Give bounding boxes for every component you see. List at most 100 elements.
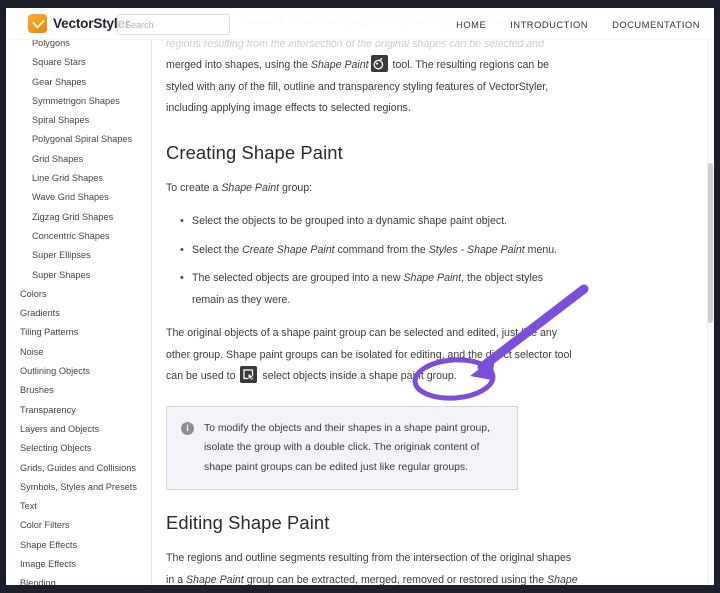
- creating-lead-emphasis: Shape Paint: [221, 182, 279, 194]
- sidebar-item-image-effects[interactable]: Image Effects: [6, 555, 152, 574]
- creating-lead-b: group:: [279, 182, 312, 194]
- bullet-3-text-a: The selected objects are grouped into a …: [192, 272, 403, 284]
- scrollbar-thumb[interactable]: [708, 163, 713, 323]
- browser-chrome-top-edge: [0, 0, 720, 8]
- bullet-2-emphasis-create-shape-paint: Create Shape Paint: [242, 244, 334, 256]
- sidebar-item-gear-shapes[interactable]: Gear Shapes: [6, 73, 152, 92]
- browser-chrome-bottom-edge: [0, 585, 720, 593]
- sidebar-item-label: Image Effects: [20, 559, 76, 569]
- site-header: VectorStyler HOME INTRODUCTION DOCUMENTATI…: [6, 8, 714, 40]
- bullet-1-text: Select the objects to be grouped into a …: [192, 215, 507, 227]
- sidebar-item-text[interactable]: Text: [6, 497, 152, 516]
- sidebar-item-label: Colors: [20, 289, 47, 299]
- sidebar-item-label: Transparency: [20, 405, 76, 415]
- original-objects-paragraph: The original objects of a shape paint gr…: [166, 323, 578, 388]
- page-scrollbar[interactable]: [707, 8, 714, 585]
- nav-link-documentation[interactable]: DOCUMENTATION: [612, 19, 700, 30]
- sidebar-item-label: Grid Shapes: [32, 154, 83, 164]
- bullet-2-text-c: menu.: [525, 244, 557, 256]
- sidebar-item-color-filters[interactable]: Color Filters: [6, 516, 152, 535]
- main-content: styled regions. These are also known as …: [152, 8, 714, 585]
- sidebar-item-label: Selecting Objects: [20, 443, 92, 453]
- document-body: styled regions. These are also known as …: [166, 8, 578, 585]
- search-box[interactable]: [117, 14, 230, 35]
- sidebar-item-label: Layers and Objects: [20, 424, 99, 434]
- browser-window: PolygonsSquare StarsGear ShapesSymmetrig…: [0, 0, 720, 593]
- sidebar-item-label: Line Grid Shapes: [32, 173, 103, 183]
- heading-editing-shape-paint: Editing Shape Paint: [166, 512, 578, 534]
- sidebar-item-selecting-objects[interactable]: Selecting Objects: [6, 439, 152, 458]
- sidebar-item-label: Wave Grid Shapes: [32, 192, 109, 202]
- sidebar-item-label: Spiral Shapes: [32, 115, 89, 125]
- sidebar-item-label: Blending: [20, 578, 56, 585]
- sidebar-item-polygonal-spiral-shapes[interactable]: Polygonal Spiral Shapes: [6, 130, 152, 149]
- shape-paint-tool-icon[interactable]: [371, 55, 388, 72]
- sidebar-item-label: Gradients: [20, 308, 60, 318]
- sidebar-item-label: Zigzag Grid Shapes: [32, 212, 113, 222]
- sidebar-item-wave-grid-shapes[interactable]: Wave Grid Shapes: [6, 188, 152, 207]
- sidebar-item-super-ellipses[interactable]: Super Ellipses: [6, 246, 152, 265]
- creating-steps-list: Select the objects to be grouped into a …: [166, 211, 578, 311]
- bullet-3-emphasis: Shape Paint: [403, 272, 461, 284]
- nav-link-introduction[interactable]: INTRODUCTION: [510, 19, 588, 30]
- sidebar-item-colors[interactable]: Colors: [6, 285, 152, 304]
- sidebar-item-label: Gear Shapes: [32, 77, 86, 87]
- top-navigation: HOME INTRODUCTION DOCUMENTATION: [456, 8, 700, 40]
- sidebar-item-label: Text: [20, 501, 37, 511]
- bullet-2-text-a: Select the: [192, 244, 242, 256]
- sidebar-item-square-stars[interactable]: Square Stars: [6, 53, 152, 72]
- brand-logo-link[interactable]: VectorStyler: [28, 14, 130, 33]
- sidebar-item-noise[interactable]: Noise: [6, 343, 152, 362]
- sidebar-item-brushes[interactable]: Brushes: [6, 381, 152, 400]
- intro-emphasis-shape-paint: Shape Paint: [311, 59, 369, 71]
- sidebar-item-label: Grids, Guides and Collisions: [20, 463, 136, 473]
- nav-link-home[interactable]: HOME: [456, 19, 486, 30]
- sidebar-item-label: Super Ellipses: [32, 250, 91, 260]
- sidebar-item-symmetrigon-shapes[interactable]: Symmetrigon Shapes: [6, 92, 152, 111]
- intro-text-a: merged into shapes, using the: [166, 59, 311, 71]
- list-item: Select the Create Shape Paint command fr…: [192, 240, 578, 262]
- vectorstyler-logo-icon: [28, 14, 47, 33]
- direct-selector-tool-icon[interactable]: [240, 366, 257, 383]
- sidebar-item-label: Brushes: [20, 385, 54, 395]
- callout-text: To modify the objects and their shapes i…: [204, 419, 503, 478]
- sidebar-item-shape-effects[interactable]: Shape Effects: [6, 536, 152, 555]
- sidebar-item-layers-and-objects[interactable]: Layers and Objects: [6, 420, 152, 439]
- sidebar-item-label: Concentric Shapes: [32, 231, 110, 241]
- sidebar-item-label: Outlining Objects: [20, 366, 90, 376]
- sidebar-item-outlining-objects[interactable]: Outlining Objects: [6, 362, 152, 381]
- editing-emphasis-1: Shape Paint: [186, 574, 244, 586]
- sidebar-item-label: Tiling Patterns: [20, 327, 78, 337]
- editing-paragraph: The regions and outline segments resulti…: [166, 548, 578, 585]
- sidebar-item-blending[interactable]: Blending: [6, 574, 152, 585]
- sidebar-item-symbols-styles-and-presets[interactable]: Symbols, Styles and Presets: [6, 478, 152, 497]
- sidebar-item-label: Symbols, Styles and Presets: [20, 482, 137, 492]
- search-input[interactable]: [118, 16, 229, 35]
- sidebar-item-list: PolygonsSquare StarsGear ShapesSymmetrig…: [6, 34, 152, 585]
- info-icon: i: [181, 422, 194, 435]
- bullet-2-emphasis-styles-menu: Styles - Shape Paint: [429, 244, 525, 256]
- info-callout-box: i To modify the objects and their shapes…: [166, 406, 518, 491]
- list-item: Select the objects to be grouped into a …: [192, 211, 578, 233]
- editing-text-b: group can be extracted, merged, removed …: [244, 574, 547, 586]
- sidebar-item-line-grid-shapes[interactable]: Line Grid Shapes: [6, 169, 152, 188]
- sidebar-navigation: PolygonsSquare StarsGear ShapesSymmetrig…: [6, 8, 152, 585]
- sidebar-item-transparency[interactable]: Transparency: [6, 401, 152, 420]
- sidebar-item-label: Shape Effects: [20, 540, 77, 550]
- bullet-2-text-b: command from the: [335, 244, 429, 256]
- sidebar-item-grid-shapes[interactable]: Grid Shapes: [6, 150, 152, 169]
- sidebar-item-super-shapes[interactable]: Super Shapes: [6, 266, 152, 285]
- sidebar-item-spiral-shapes[interactable]: Spiral Shapes: [6, 111, 152, 130]
- sidebar-item-label: Symmetrigon Shapes: [32, 96, 120, 106]
- list-item: The selected objects are grouped into a …: [192, 268, 578, 311]
- creating-lead-paragraph: To create a Shape Paint group:: [166, 178, 578, 200]
- sidebar-item-concentric-shapes[interactable]: Concentric Shapes: [6, 227, 152, 246]
- creating-lead-a: To create a: [166, 182, 221, 194]
- sidebar-item-label: Polygonal Spiral Shapes: [32, 134, 132, 144]
- sidebar-item-zigzag-grid-shapes[interactable]: Zigzag Grid Shapes: [6, 208, 152, 227]
- sidebar-item-label: Noise: [20, 347, 44, 357]
- sidebar-item-grids-guides-and-collisions[interactable]: Grids, Guides and Collisions: [6, 459, 152, 478]
- sidebar-item-gradients[interactable]: Gradients: [6, 304, 152, 323]
- sidebar-item-tiling-patterns[interactable]: Tiling Patterns: [6, 323, 152, 342]
- sidebar-item-label: Color Filters: [20, 520, 70, 530]
